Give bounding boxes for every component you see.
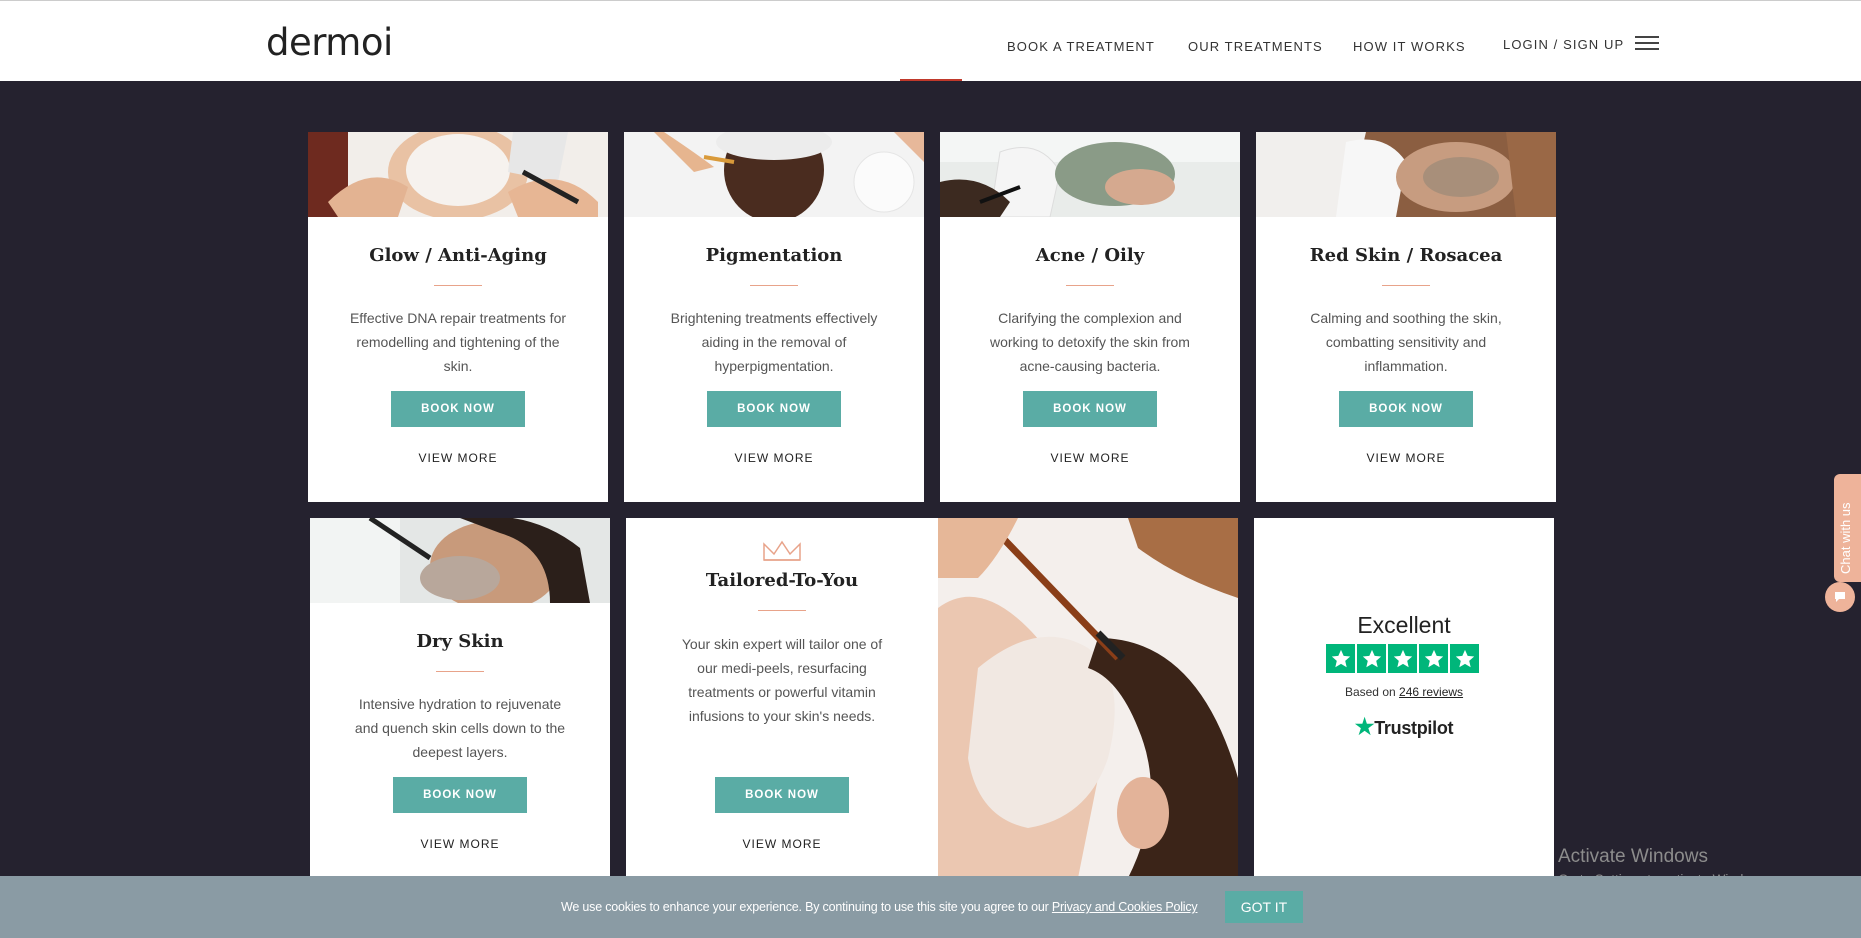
- hamburger-menu-icon[interactable]: [1635, 36, 1659, 51]
- cookie-accept-button[interactable]: GOT IT: [1225, 891, 1303, 923]
- card-title: Tailored-To-You: [705, 570, 859, 591]
- cookie-text: We use cookies to enhance your experienc…: [561, 900, 1052, 914]
- facial-treatment-photo: [938, 518, 1238, 878]
- trustpilot-widget[interactable]: Excellent Based on 246 reviews ★Trustpil…: [1254, 518, 1554, 878]
- card-title: Red Skin / Rosacea: [1309, 245, 1503, 266]
- star-icon: [1419, 644, 1448, 673]
- card-description: Your skin expert will tailor one of our …: [681, 636, 883, 724]
- title-divider: [750, 285, 798, 286]
- tailored-text-panel: Tailored-To-You Your skin expert will ta…: [626, 518, 938, 878]
- title-divider: [758, 610, 806, 611]
- card-description: Intensive hydration to rejuvenate and qu…: [354, 696, 566, 760]
- view-more-link[interactable]: VIEW MORE: [308, 451, 608, 465]
- trustpilot-star-icon: ★: [1354, 714, 1375, 739]
- title-divider: [1382, 285, 1430, 286]
- book-now-button[interactable]: BOOK NOW: [707, 391, 841, 427]
- cookie-consent-bar: We use cookies to enhance your experienc…: [0, 876, 1861, 938]
- chat-with-us-tab[interactable]: Chat with us: [1834, 474, 1861, 582]
- star-icon: [1450, 644, 1479, 673]
- nav-how-it-works[interactable]: HOW IT WORKS: [1353, 39, 1466, 54]
- nav-book-treatment[interactable]: BOOK A TREATMENT: [1007, 39, 1155, 54]
- trustpilot-based-on: Based on 246 reviews: [1254, 685, 1554, 699]
- star-icon: [1388, 644, 1417, 673]
- card-title: Dry Skin: [416, 631, 504, 652]
- star-icon: [1357, 644, 1386, 673]
- crown-icon: [763, 540, 801, 561]
- chat-bubble-icon[interactable]: [1825, 582, 1855, 612]
- card-description: Clarifying the complexion and working to…: [990, 310, 1190, 374]
- card-image-glow: [308, 132, 608, 217]
- trustpilot-logo[interactable]: ★Trustpilot: [1254, 714, 1554, 740]
- card-title: Glow / Anti-Aging: [369, 245, 547, 266]
- trustpilot-rating-word: Excellent: [1357, 612, 1451, 638]
- tailored-feature-card: Tailored-To-You Your skin expert will ta…: [626, 518, 1238, 878]
- title-divider: [436, 671, 484, 672]
- card-image-red-skin: [1256, 132, 1556, 217]
- card-description: Calming and soothing the skin, combattin…: [1310, 310, 1502, 374]
- view-more-link[interactable]: VIEW MORE: [940, 451, 1240, 465]
- site-logo[interactable]: dermoi: [266, 21, 393, 64]
- activate-windows-title: Activate Windows: [1558, 846, 1708, 867]
- trustpilot-stars: [1326, 644, 1479, 673]
- cookie-message: We use cookies to enhance your experienc…: [561, 900, 1198, 914]
- privacy-policy-link[interactable]: Privacy and Cookies Policy: [1052, 900, 1198, 914]
- book-now-button[interactable]: BOOK NOW: [391, 391, 525, 427]
- site-header: dermoi BOOK A TREATMENT OUR TREATMENTS H…: [0, 0, 1861, 81]
- card-title: Acne / Oily: [1035, 245, 1145, 266]
- view-more-link[interactable]: VIEW MORE: [626, 837, 938, 851]
- chat-tab-label: Chat with us: [1838, 502, 1853, 574]
- card-description: Brightening treatments effectively aidin…: [670, 310, 878, 374]
- view-more-link[interactable]: VIEW MORE: [624, 451, 924, 465]
- book-now-button[interactable]: BOOK NOW: [715, 777, 849, 813]
- nav-our-treatments[interactable]: OUR TREATMENTS: [1188, 39, 1323, 54]
- treatment-card-acne: Acne / Oily Clarifying the complexion an…: [940, 132, 1240, 502]
- book-now-button[interactable]: BOOK NOW: [1023, 391, 1157, 427]
- nav-login-signup[interactable]: LOGIN / SIGN UP: [1503, 37, 1624, 52]
- card-image-dry-skin: [310, 518, 610, 603]
- view-more-link[interactable]: VIEW MORE: [1256, 451, 1556, 465]
- title-divider: [1066, 285, 1114, 286]
- book-now-button[interactable]: BOOK NOW: [1339, 391, 1473, 427]
- book-now-button[interactable]: BOOK NOW: [393, 777, 527, 813]
- treatment-card-red-skin: Red Skin / Rosacea Calming and soothing …: [1256, 132, 1556, 502]
- title-divider: [434, 285, 482, 286]
- card-title: Pigmentation: [705, 245, 843, 266]
- treatment-card-pigmentation: Pigmentation Brightening treatments effe…: [624, 132, 924, 502]
- reviews-count-link[interactable]: 246 reviews: [1399, 685, 1463, 699]
- treatment-card-dry-skin: Dry Skin Intensive hydration to rejuvena…: [310, 518, 610, 878]
- card-description: Effective DNA repair treatments for remo…: [349, 310, 567, 374]
- based-on-label: Based on: [1344, 685, 1396, 699]
- view-more-link[interactable]: VIEW MORE: [310, 837, 610, 851]
- treatment-card-glow: Glow / Anti-Aging Effective DNA repair t…: [308, 132, 608, 502]
- trustpilot-brand: Trustpilot: [1374, 718, 1454, 738]
- card-image-acne: [940, 132, 1240, 217]
- star-icon: [1326, 644, 1355, 673]
- card-image-pigmentation: [624, 132, 924, 217]
- header-accent-line: [900, 79, 962, 81]
